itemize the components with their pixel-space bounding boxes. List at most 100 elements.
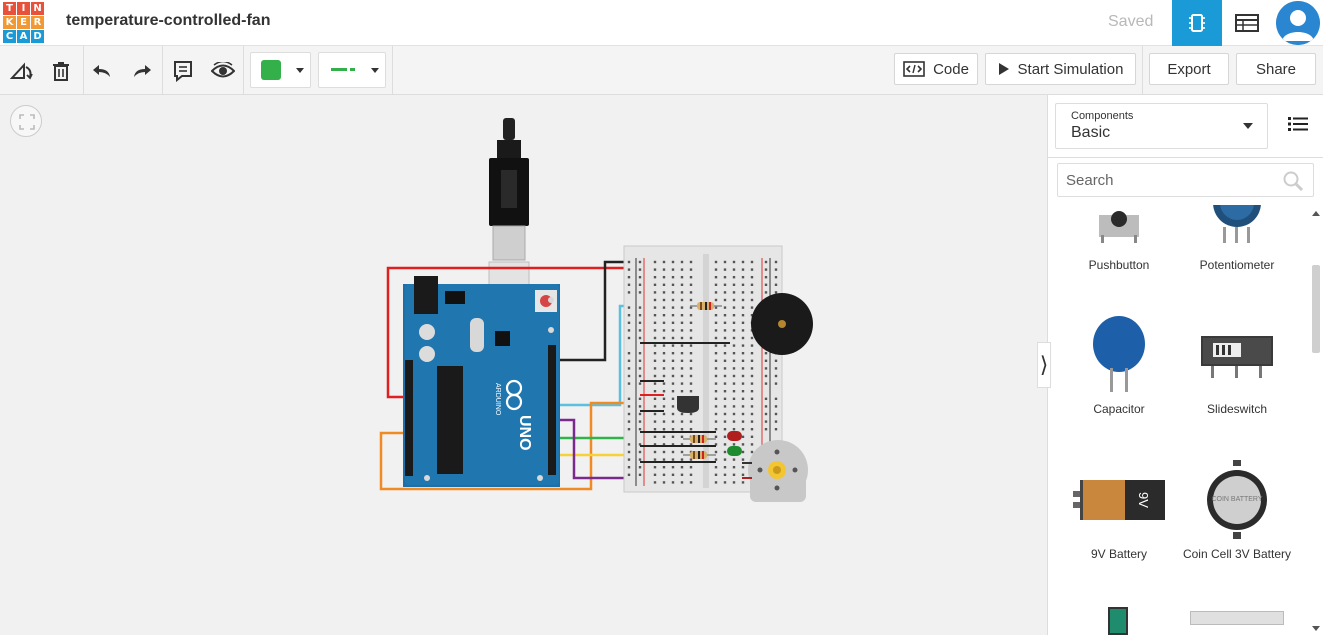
scroll-up-icon[interactable] <box>1312 211 1320 216</box>
list-icon <box>1288 117 1308 131</box>
start-simulation-button[interactable]: Start Simulation <box>985 53 1136 85</box>
save-status: Saved <box>1108 13 1154 30</box>
components-dropdown-value: Basic <box>1071 124 1111 141</box>
logo-letter: C <box>3 30 16 43</box>
panel-scrollbar[interactable] <box>1310 205 1322 635</box>
color-swatch <box>261 60 281 80</box>
panel-collapse-toggle[interactable]: ⟩ <box>1037 342 1051 388</box>
share-button[interactable]: Share <box>1236 53 1316 85</box>
project-title[interactable]: temperature-controlled-fan <box>66 12 270 30</box>
wire-style-dropdown[interactable] <box>318 52 386 88</box>
pushbutton-icon <box>1099 211 1139 243</box>
app-header: TIN KER CAD temperature-controlled-fan Sav… <box>0 0 1323 46</box>
capacitor-icon <box>1093 316 1145 392</box>
component-potentiometer[interactable]: Potentiometer <box>1178 205 1296 272</box>
user-icon <box>1276 1 1320 45</box>
component-partial[interactable] <box>1190 611 1284 625</box>
chevron-down-icon <box>296 68 304 73</box>
temperature-sensor[interactable] <box>677 396 699 413</box>
redo-button[interactable] <box>129 58 155 84</box>
toolbar: Code Start Simulation Export Share <box>0 46 1323 95</box>
tinkercad-logo[interactable]: TIN KER CAD <box>3 2 46 44</box>
chevron-down-icon <box>371 68 379 73</box>
undo-button[interactable] <box>89 58 115 84</box>
scroll-down-icon[interactable] <box>1312 626 1320 631</box>
circuit-view-button[interactable] <box>1172 0 1222 46</box>
circuit-canvas[interactable]: UNO ARDUINO <box>0 95 1047 635</box>
play-icon <box>998 63 1009 75</box>
note-icon <box>174 61 192 82</box>
component-label: Coin Cell 3V Battery <box>1182 547 1292 561</box>
dash-line-icon <box>331 68 355 72</box>
notes-button[interactable] <box>170 58 196 84</box>
coin-cell-icon: COIN BATTERY <box>1207 460 1267 539</box>
rotate-icon <box>10 62 33 80</box>
board-label: UNO <box>516 415 533 451</box>
search-icon[interactable] <box>1283 171 1303 191</box>
logo-letter: I <box>17 2 30 15</box>
potentiometer-icon <box>1213 205 1261 243</box>
table-icon <box>1235 14 1259 32</box>
battery-text: 9V <box>1136 492 1151 508</box>
component-capacitor[interactable]: Capacitor <box>1060 315 1178 416</box>
logo-letter: E <box>17 16 30 29</box>
coin-text: COIN BATTERY <box>1211 496 1262 503</box>
component-label: 9V Battery <box>1090 547 1148 561</box>
toolbar-divider <box>162 46 163 94</box>
schematic-view-button[interactable] <box>1222 0 1272 46</box>
piezo-buzzer[interactable] <box>751 293 813 355</box>
component-label: Slideswitch <box>1206 402 1268 416</box>
component-9v-battery[interactable]: 9V 9V Battery <box>1060 460 1178 561</box>
panel-divider <box>1048 157 1323 158</box>
arduino-uno[interactable]: UNO ARDUINO <box>403 276 560 487</box>
components-dropdown[interactable]: Components Basic <box>1055 103 1268 149</box>
scroll-thumb[interactable] <box>1312 265 1320 353</box>
usb-cable[interactable] <box>488 118 530 305</box>
components-dropdown-label: Components <box>1071 110 1134 122</box>
component-slideswitch[interactable]: Slideswitch <box>1178 315 1296 416</box>
toolbar-divider <box>1142 46 1143 94</box>
export-button[interactable]: Export <box>1149 53 1229 85</box>
toolbar-divider <box>83 46 84 94</box>
green-led[interactable] <box>727 446 742 456</box>
component-list: Pushbutton Potentiometer Capacitor Slide… <box>1048 205 1310 635</box>
logo-letter: D <box>31 30 44 43</box>
wire-color-dropdown[interactable] <box>250 52 311 88</box>
trash-icon <box>53 62 69 81</box>
visibility-button[interactable] <box>210 58 236 84</box>
circuit-diagram: UNO ARDUINO <box>379 118 813 502</box>
chip-icon <box>1189 14 1205 32</box>
delete-button[interactable] <box>48 58 74 84</box>
redo-icon <box>134 65 151 77</box>
rotate-button[interactable] <box>9 58 35 84</box>
undo-icon <box>93 65 110 77</box>
component-pushbutton[interactable]: Pushbutton <box>1060 205 1178 272</box>
component-partial[interactable] <box>1108 607 1128 635</box>
code-icon <box>903 61 925 77</box>
share-button-label: Share <box>1255 60 1297 78</box>
logo-letter: A <box>17 30 30 43</box>
search-input[interactable] <box>1058 164 1278 196</box>
chevron-right-icon: ⟩ <box>1039 352 1049 377</box>
list-view-button[interactable] <box>1278 109 1318 139</box>
components-panel: Components Basic Pushbutton <box>1047 95 1323 635</box>
component-label: Potentiometer <box>1199 258 1275 272</box>
logo-letter: K <box>3 16 16 29</box>
brand-label: ARDUINO <box>494 383 501 416</box>
code-button[interactable]: Code <box>894 53 978 85</box>
logo-letter: R <box>31 16 44 29</box>
search-box <box>1057 163 1314 197</box>
code-button-label: Code <box>933 60 969 78</box>
user-avatar[interactable] <box>1276 1 1320 45</box>
9v-battery-icon: 9V <box>1073 480 1165 520</box>
toolbar-divider <box>392 46 393 94</box>
slideswitch-icon <box>1201 336 1273 378</box>
eye-icon <box>211 62 235 78</box>
chevron-down-icon <box>1243 123 1253 129</box>
start-simulation-label: Start Simulation <box>1017 60 1124 78</box>
red-led[interactable] <box>727 431 742 441</box>
component-label: Capacitor <box>1093 402 1145 416</box>
component-coin-cell-battery[interactable]: COIN BATTERY Coin Cell 3V Battery <box>1178 460 1296 561</box>
component-label: Pushbutton <box>1088 258 1150 272</box>
toolbar-divider <box>243 46 244 94</box>
